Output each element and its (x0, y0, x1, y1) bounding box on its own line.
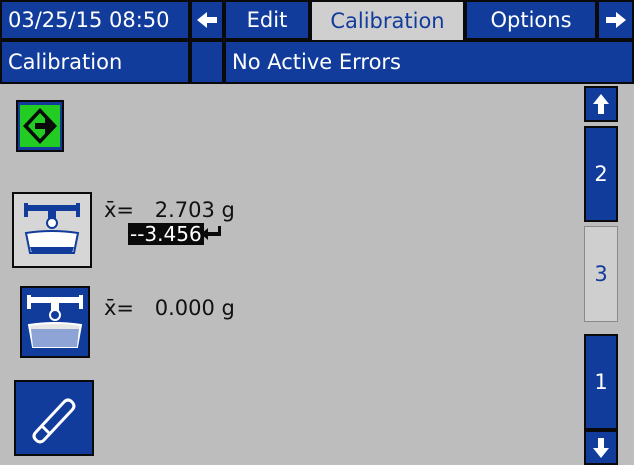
page-1-button[interactable]: 1 (584, 334, 618, 430)
arrow-right-icon (605, 12, 626, 28)
tab-options[interactable]: Options (465, 0, 597, 40)
tab-calibration[interactable]: Calibration (310, 0, 465, 40)
scale-cup-icon (24, 203, 80, 254)
nav-right-button[interactable] (597, 0, 634, 40)
eraser-icon (32, 398, 76, 444)
calibration-panel: x̄= 2.703 g --3.456 x̄= 0.000 g 2 3 1 (0, 86, 634, 465)
nav-left-button[interactable] (190, 0, 224, 40)
reading-2: x̄= 0.000 g (104, 296, 235, 320)
mean-label: x̄= (104, 198, 135, 222)
reading-1-value: 2.703 g (154, 198, 235, 222)
arrow-left-icon (197, 12, 217, 28)
reading-2-value: 0.000 g (154, 296, 235, 320)
start-diamond-icon (20, 105, 60, 147)
erase-button[interactable] (14, 380, 94, 456)
screen-name: Calibration (0, 40, 190, 84)
start-button[interactable] (16, 100, 64, 152)
page-3-button[interactable]: 3 (584, 226, 618, 322)
page-down-button[interactable] (584, 430, 618, 465)
scale-fill-icon (27, 295, 83, 348)
calibration-input-field[interactable]: --3.456 (128, 223, 204, 245)
status-indicator (190, 40, 224, 84)
tab-edit[interactable]: Edit (224, 0, 310, 40)
page-up-button[interactable] (584, 86, 618, 122)
arrow-up-icon (593, 94, 609, 114)
arrow-down-icon (593, 437, 609, 458)
status-message: No Active Errors (224, 40, 634, 84)
page-2-button[interactable]: 2 (584, 126, 618, 222)
weigh-cup-button[interactable] (12, 192, 92, 268)
reading-1: x̄= 2.703 g (104, 198, 235, 222)
mean-label: x̄= (104, 296, 135, 320)
weigh-fill-button[interactable] (20, 286, 90, 358)
datetime-display: 03/25/15 08:50 (0, 0, 190, 40)
enter-icon[interactable] (200, 224, 222, 242)
display-screen: 03/25/15 08:50 Edit Calibration Options … (0, 0, 634, 465)
